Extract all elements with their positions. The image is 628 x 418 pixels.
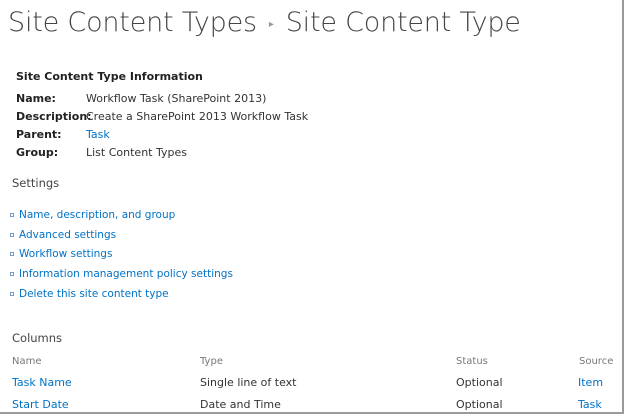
column-header-type: Type [200, 356, 223, 367]
columns-section-title: Columns [12, 331, 63, 345]
parent-link[interactable]: Task [86, 128, 110, 141]
column-header-status: Status [456, 356, 488, 367]
settings-item: Workflow settings [10, 244, 233, 264]
bullet-icon [10, 212, 14, 217]
breadcrumb-parent-link[interactable]: Site Content Types [8, 7, 257, 38]
column-header-name: Name [12, 356, 42, 367]
info-row-name: Name: Workflow Task (SharePoint 2013) [16, 89, 308, 107]
settings-item: Delete this site content type [10, 284, 233, 304]
settings-section-title: Settings [12, 176, 60, 190]
column-status: Optional [456, 376, 503, 389]
settings-item: Information management policy settings [10, 264, 233, 284]
column-type: Date and Time [200, 398, 281, 411]
column-type: Single line of text [200, 376, 297, 389]
column-name-link[interactable]: Start Date [12, 398, 69, 411]
breadcrumb-separator-icon: ▸ [268, 18, 274, 30]
content-type-info: Site Content Type Information Name: Work… [16, 70, 308, 161]
bullet-icon [10, 271, 14, 276]
settings-list: Name, description, and group Advanced se… [10, 205, 233, 303]
workflow-settings-link[interactable]: Workflow settings [19, 248, 112, 260]
name-description-group-link[interactable]: Name, description, and group [19, 209, 175, 221]
info-label: Group: [16, 145, 59, 159]
column-header-source: Source [579, 356, 614, 367]
settings-item: Name, description, and group [10, 205, 233, 225]
bullet-icon [10, 252, 14, 257]
bullet-icon [10, 232, 14, 237]
bullet-icon [10, 291, 14, 296]
info-label: Name: [16, 91, 56, 105]
info-row-group: Group: List Content Types [16, 143, 308, 161]
info-value: Workflow Task (SharePoint 2013) [86, 91, 267, 105]
info-value: List Content Types [86, 145, 187, 159]
info-label: Parent: [16, 127, 62, 141]
page-frame: Site Content Types ▸ Site Content Type S… [0, 0, 624, 414]
advanced-settings-link[interactable]: Advanced settings [19, 229, 116, 241]
info-value: Create a SharePoint 2013 Workflow Task [86, 109, 309, 123]
column-status: Optional [456, 398, 503, 411]
breadcrumb: Site Content Types ▸ Site Content Type [8, 2, 521, 42]
information-management-policy-link[interactable]: Information management policy settings [19, 268, 233, 280]
info-heading: Site Content Type Information [16, 70, 203, 83]
column-name-link[interactable]: Task Name [12, 376, 72, 389]
info-row-description: Description: Create a SharePoint 2013 Wo… [16, 107, 308, 125]
delete-content-type-link[interactable]: Delete this site content type [19, 288, 169, 300]
info-label: Description: [16, 109, 92, 123]
settings-item: Advanced settings [10, 225, 233, 245]
column-source-link[interactable]: Item [578, 376, 603, 389]
info-row-parent: Parent: Task [16, 125, 308, 143]
page-title: Site Content Type [285, 6, 521, 38]
column-source-link[interactable]: Task [578, 398, 602, 411]
